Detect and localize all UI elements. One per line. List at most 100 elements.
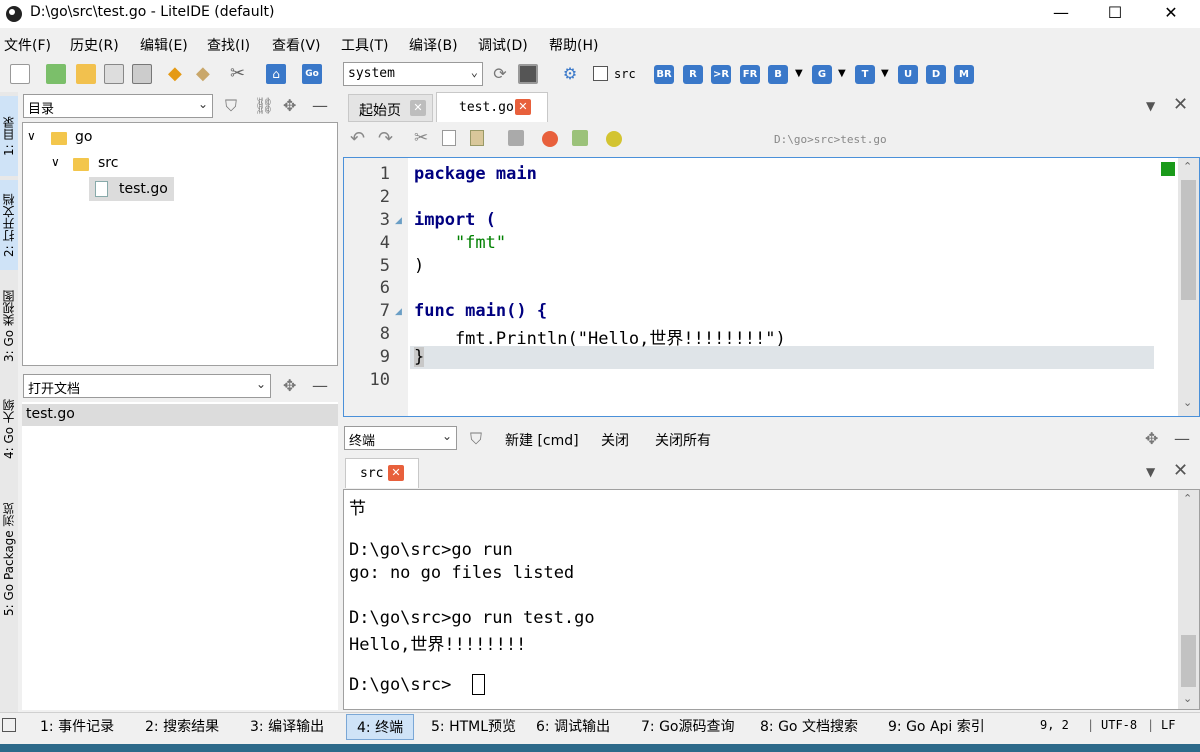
tree-item-src[interactable]: src	[98, 155, 118, 171]
fold-marker-icon[interactable]: ◢	[395, 307, 402, 317]
env-select[interactable]: system ⌄	[343, 62, 483, 86]
build-run-button[interactable]: BR	[654, 65, 674, 84]
btab-terminal[interactable]: 4: 终端	[346, 714, 415, 740]
btab-build-output[interactable]: 3: 编译输出	[250, 716, 324, 736]
terminal-scrollbar[interactable]: ⌃ ⌄	[1178, 490, 1199, 709]
tab-list-dropdown-icon[interactable]: ▼	[1146, 465, 1155, 479]
scroll-up-icon[interactable]: ⌃	[1183, 160, 1192, 173]
refresh-icon[interactable]: ⟳	[490, 64, 510, 84]
tree-item-selected[interactable]: test.go	[89, 177, 174, 201]
redo-icon[interactable]: ↷	[378, 128, 393, 149]
tree-item-go[interactable]: go	[75, 129, 92, 145]
btab-debug-output[interactable]: 6: 调试输出	[536, 716, 610, 736]
code-editor[interactable]: 1 2 3 4 5 6 7 8 9 10 ◢ ◢ package main im…	[343, 157, 1200, 417]
menu-file[interactable]: 文件(F)	[4, 35, 51, 55]
get-button[interactable]: G	[812, 65, 832, 84]
terminal-output[interactable]: 节 D:\go\src>go run go: no go files liste…	[343, 489, 1200, 710]
scroll-down-icon[interactable]: ⌄	[1183, 692, 1192, 705]
cut-icon[interactable]: ✂	[414, 128, 428, 148]
menu-help[interactable]: 帮助(H)	[549, 35, 598, 55]
tab-terminal-src[interactable]: src ✕	[345, 458, 419, 488]
run-term-button[interactable]: >R	[711, 65, 731, 84]
dir-view-select[interactable]: 目录 ⌄	[23, 94, 213, 118]
run-to-line-icon[interactable]	[606, 131, 622, 147]
open-docs-select[interactable]: 打开文档 ⌄	[23, 374, 271, 398]
fold-marker-icon[interactable]: ◢	[395, 216, 402, 226]
menu-tools[interactable]: 工具(T)	[341, 35, 388, 55]
move-panel-icon[interactable]: ✥	[1145, 429, 1158, 448]
toggle-panels-icon[interactable]	[2, 718, 16, 732]
menu-history[interactable]: 历史(R)	[70, 35, 119, 55]
close-tab-icon[interactable]: ✕	[515, 99, 531, 115]
menu-edit[interactable]: 编辑(E)	[140, 35, 188, 55]
btab-search-results[interactable]: 2: 搜索结果	[145, 716, 219, 736]
close-all-terminals-button[interactable]: 关闭所有	[655, 430, 711, 450]
vtab-open-docs[interactable]: 2: 打开文档	[0, 180, 18, 270]
home-icon[interactable]: ⌂	[266, 64, 286, 84]
move-panel-icon[interactable]: ✥	[283, 96, 296, 115]
output-select[interactable]: 终端 ⌄	[344, 426, 457, 450]
close-button[interactable]: ✕	[1148, 0, 1194, 28]
settings-gear-icon[interactable]: ⚙	[560, 64, 580, 84]
file-run-button[interactable]: FR	[740, 65, 760, 84]
lock-icon[interactable]	[508, 130, 524, 146]
scroll-up-icon[interactable]: ⌃	[1183, 492, 1192, 505]
stop-icon[interactable]	[518, 64, 538, 84]
undo-icon[interactable]: ↶	[350, 128, 365, 149]
menu-view[interactable]: 查看(V)	[272, 35, 321, 55]
back-icon[interactable]: ◆	[168, 64, 188, 84]
vtab-package-browser[interactable]: 5: Go Package 浏览	[0, 484, 18, 634]
tab-list-dropdown-icon[interactable]: ▼	[1146, 99, 1155, 113]
chevron-down-icon[interactable]: ∨	[27, 129, 36, 143]
copy-icon[interactable]	[442, 130, 456, 146]
filter-icon[interactable]: ⛉	[470, 429, 482, 449]
close-editor-icon[interactable]: ✕	[1173, 94, 1188, 115]
test-button[interactable]: T	[855, 65, 875, 84]
build-button[interactable]: B	[768, 65, 788, 84]
menu-find[interactable]: 查找(I)	[207, 35, 250, 55]
minimize-panel-icon[interactable]: —	[1174, 429, 1190, 448]
chevron-down-icon[interactable]: ∨	[51, 155, 60, 169]
minimize-panel-icon[interactable]: —	[312, 376, 328, 395]
tools-icon[interactable]: ✂	[230, 64, 250, 84]
link-icon[interactable]: ⛓	[254, 96, 274, 115]
save-all-icon[interactable]	[132, 64, 152, 84]
debug-button[interactable]: D	[926, 65, 946, 84]
vtab-class-view[interactable]: 3: Go 类视图	[0, 278, 18, 374]
make-button[interactable]: M	[954, 65, 974, 84]
move-panel-icon[interactable]: ✥	[283, 376, 296, 395]
vtab-outline[interactable]: 4: Go 大纲	[0, 384, 18, 474]
test-dropdown-icon[interactable]: ▼	[881, 68, 889, 79]
close-terminal-panel-icon[interactable]: ✕	[1173, 460, 1188, 481]
forward-icon[interactable]: ◆	[196, 64, 216, 84]
minimize-button[interactable]: —	[1038, 0, 1084, 28]
breakpoint-icon[interactable]	[542, 131, 558, 147]
open-folder-icon[interactable]	[76, 64, 96, 84]
close-terminal-button[interactable]: 关闭	[601, 430, 629, 450]
close-tab-icon[interactable]: ✕	[388, 465, 404, 481]
minimize-panel-icon[interactable]: —	[312, 96, 328, 115]
go-icon[interactable]: Go	[302, 64, 322, 84]
paste-icon[interactable]	[470, 130, 484, 146]
scroll-thumb[interactable]	[1181, 635, 1196, 687]
close-tab-icon[interactable]: ✕	[410, 100, 426, 116]
new-cmd-button[interactable]: 新建 [cmd]	[505, 430, 579, 450]
btab-go-api-index[interactable]: 9: Go Api 索引	[888, 716, 985, 736]
btab-html-preview[interactable]: 5: HTML预览	[431, 716, 516, 736]
btab-go-doc-search[interactable]: 8: Go 文档搜索	[760, 716, 858, 736]
get-dropdown-icon[interactable]: ▼	[838, 68, 846, 79]
menu-build[interactable]: 编译(B)	[409, 35, 458, 55]
scroll-down-icon[interactable]: ⌄	[1183, 396, 1192, 409]
tab-start-page[interactable]: 起始页 ✕	[348, 94, 433, 122]
filter-icon[interactable]: ⛉	[225, 96, 237, 116]
new-project-icon[interactable]	[46, 64, 66, 84]
build-dropdown-icon[interactable]: ▼	[795, 68, 803, 79]
src-checkbox[interactable]	[593, 66, 608, 81]
new-file-icon[interactable]	[10, 64, 30, 84]
btab-event-log[interactable]: 1: 事件记录	[40, 716, 114, 736]
menu-debug[interactable]: 调试(D)	[478, 35, 528, 55]
jump-icon[interactable]	[572, 130, 588, 146]
editor-scrollbar[interactable]: ⌃ ⌄	[1178, 158, 1199, 416]
vtab-directory[interactable]: 1: 目录	[0, 96, 18, 176]
scroll-thumb[interactable]	[1181, 180, 1196, 300]
